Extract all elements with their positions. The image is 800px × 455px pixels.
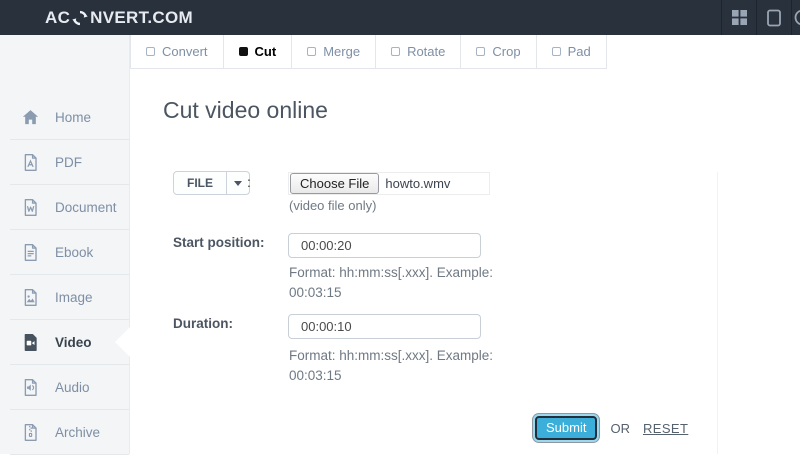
start-position-input[interactable] (288, 233, 481, 258)
tab-rotate[interactable]: Rotate (376, 35, 461, 69)
video-file-icon (21, 333, 40, 352)
checkbox-icon (307, 47, 316, 56)
file-button-label: FILE (174, 172, 226, 194)
duration-input[interactable] (288, 314, 481, 339)
sidebar-item-label: PDF (55, 155, 82, 170)
sidebar-item-label: Document (55, 200, 117, 215)
logo-text-prefix: AC (45, 8, 70, 28)
tab-label: Convert (162, 44, 208, 59)
tab-merge[interactable]: Merge (292, 35, 376, 69)
checkbox-icon (146, 47, 155, 56)
duration-label: Duration: (173, 316, 233, 331)
tab-label: Merge (323, 44, 360, 59)
tab-label: Cut (255, 44, 277, 59)
header-icon-group (721, 0, 800, 35)
tab-crop[interactable]: Crop (461, 35, 536, 69)
sidebar: Home PDF Document Ebook (0, 35, 130, 454)
start-position-hint: Format: hh:mm:ss[.xxx]. Example: 00:03:1… (289, 263, 531, 302)
page-title: Cut video online (163, 97, 328, 124)
file-hint: (video file only) (289, 198, 376, 213)
or-label: OR (610, 421, 630, 436)
ebook-file-icon (21, 243, 40, 262)
sidebar-item-home[interactable]: Home (0, 95, 129, 140)
choose-file-button[interactable]: Choose File (290, 173, 379, 194)
tab-label: Crop (492, 44, 520, 59)
sidebar-item-label: Ebook (55, 245, 93, 260)
active-item-pointer (115, 327, 130, 357)
sidebar-item-label: Video (55, 335, 92, 350)
submit-button[interactable]: Submit (535, 416, 597, 440)
tablet-icon[interactable] (756, 0, 791, 35)
tab-convert[interactable]: Convert (131, 35, 224, 69)
home-icon (21, 108, 40, 127)
sidebar-item-image[interactable]: Image (0, 275, 129, 320)
file-colon: : (247, 174, 251, 190)
sidebar-item-label: Archive (55, 425, 100, 440)
file-input[interactable]: Choose File howto.wmv (288, 172, 490, 195)
logo[interactable]: AC NVERT.COM (45, 8, 193, 28)
tab-label: Rotate (407, 44, 445, 59)
checkbox-icon (552, 47, 561, 56)
tab-label: Pad (568, 44, 591, 59)
sidebar-item-ebook[interactable]: Ebook (0, 230, 129, 275)
sidebar-item-label: Audio (55, 380, 90, 395)
main-content: Convert Cut Merge Rotate Crop Pad Cut vi… (130, 35, 800, 454)
archive-file-icon (21, 423, 40, 442)
sidebar-item-label: Home (55, 110, 91, 125)
sidebar-item-document[interactable]: Document (0, 185, 129, 230)
image-file-icon (21, 288, 40, 307)
tab-pad[interactable]: Pad (537, 35, 607, 69)
selected-filename: howto.wmv (385, 176, 450, 191)
tab-cut[interactable]: Cut (224, 35, 293, 69)
word-file-icon (21, 198, 40, 217)
checkbox-checked-icon (239, 47, 248, 56)
chevron-down-icon[interactable] (226, 172, 249, 194)
sidebar-item-pdf[interactable]: PDF (0, 140, 129, 185)
sidebar-item-archive[interactable]: Archive (0, 410, 129, 455)
circle-icon[interactable] (791, 0, 800, 35)
start-position-label: Start position: (173, 235, 265, 250)
sidebar-item-video[interactable]: Video (0, 320, 129, 365)
audio-file-icon (21, 378, 40, 397)
duration-hint: Format: hh:mm:ss[.xxx]. Example: 00:03:1… (289, 346, 531, 385)
checkbox-icon (476, 47, 485, 56)
content-divider (717, 172, 718, 454)
apps-grid-icon[interactable] (721, 0, 756, 35)
reset-link[interactable]: RESET (643, 421, 688, 436)
sidebar-item-audio[interactable]: Audio (0, 365, 129, 410)
form-actions: Submit OR RESET (535, 416, 688, 440)
file-source-dropdown[interactable]: FILE (173, 171, 250, 195)
sidebar-item-label: Image (55, 290, 93, 305)
tab-bar: Convert Cut Merge Rotate Crop Pad (130, 35, 607, 69)
checkbox-icon (391, 47, 400, 56)
logo-text-suffix: NVERT.COM (90, 8, 193, 28)
app-header: AC NVERT.COM (0, 0, 800, 35)
pdf-file-icon (21, 153, 40, 172)
sync-circle-icon (70, 10, 90, 26)
